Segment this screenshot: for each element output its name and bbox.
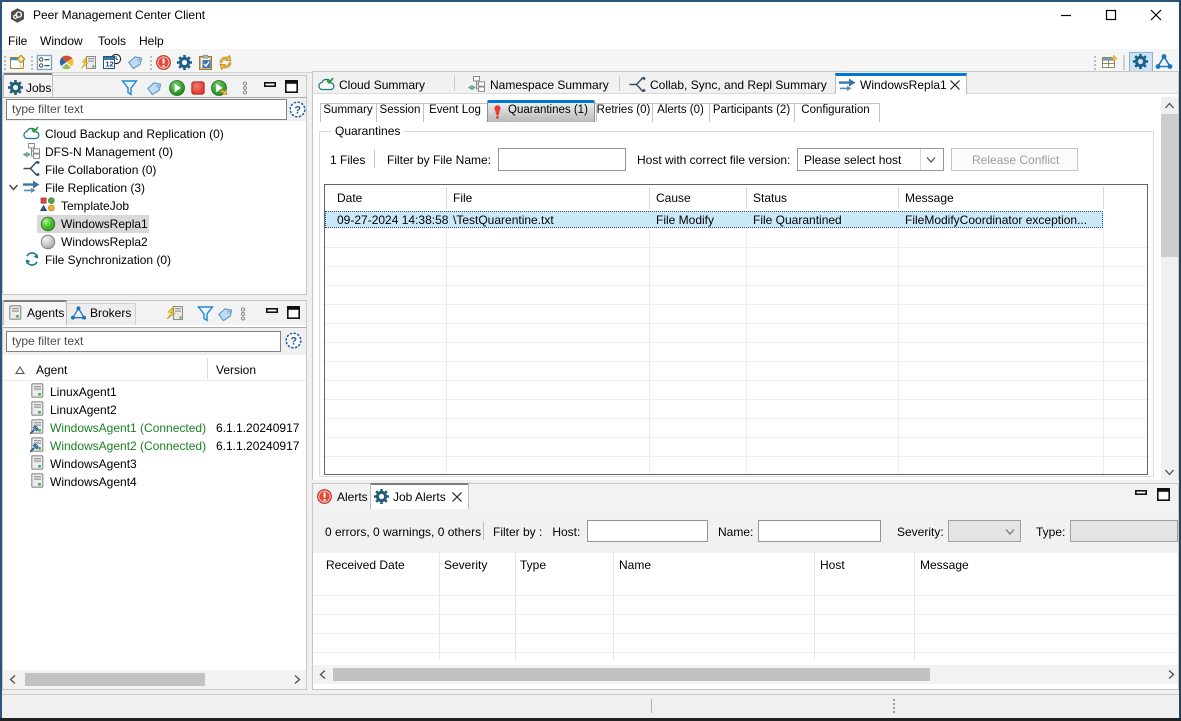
svg-text:?: ?	[290, 336, 297, 348]
svg-text:?: ?	[294, 105, 301, 117]
svg-text:12: 12	[105, 59, 113, 68]
